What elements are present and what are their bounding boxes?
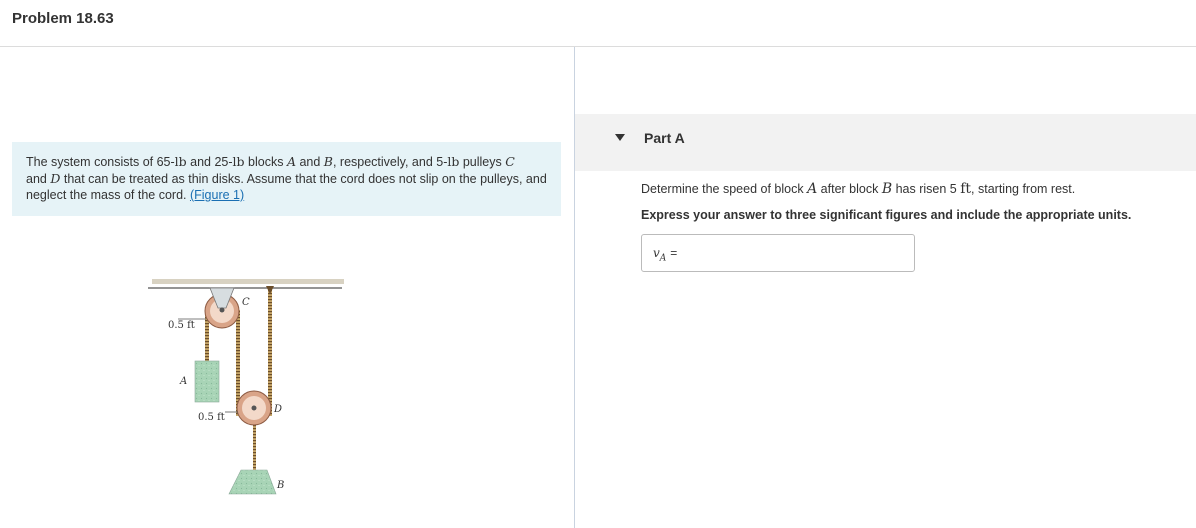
var-c: C — [505, 154, 515, 169]
unit-ft: ft — [960, 181, 972, 197]
part-a-label: Part A — [644, 130, 685, 146]
label-a: A — [179, 376, 187, 387]
question-text: Determine the speed of block A after blo… — [641, 181, 1075, 197]
text: pulleys — [459, 155, 506, 169]
pulley-figure[interactable]: 0.5 ft 0.5 ft C D A B — [140, 272, 350, 502]
pulley-d — [236, 390, 272, 426]
text: The system consists of 65- — [26, 155, 175, 169]
label-d: D — [273, 404, 282, 415]
answer-label: vA = — [653, 246, 677, 263]
label-b: B — [276, 480, 284, 491]
text: Determine the speed of block — [641, 182, 808, 196]
text: , starting from rest. — [971, 182, 1076, 196]
text: has risen 5 — [892, 182, 961, 196]
instruction-text: Express your answer to three significant… — [641, 208, 1132, 222]
text: and — [295, 155, 324, 169]
text: and 25- — [186, 155, 233, 169]
problem-title: Problem 18.63 — [12, 10, 114, 27]
problem-header: Problem 18.63 — [0, 0, 1196, 47]
unit-lb: lb — [232, 154, 245, 169]
problem-statement: The system consists of 65-lb and 25-lb b… — [12, 142, 561, 216]
answer-sub: A — [659, 253, 667, 264]
pulley-c — [204, 287, 240, 329]
part-a-header[interactable]: Part A — [575, 114, 1196, 171]
collapse-triangle-icon[interactable] — [615, 134, 625, 141]
text: and — [26, 171, 51, 186]
label-c: C — [242, 297, 250, 308]
ceiling — [148, 279, 344, 289]
figure-link[interactable]: (Figure 1) — [190, 188, 244, 202]
unit-lb: lb — [174, 154, 187, 169]
unit-lb: lb — [447, 154, 460, 169]
var-b: B — [881, 181, 893, 197]
answer-equals: = — [670, 246, 678, 260]
var-d: D — [50, 170, 61, 186]
text: , respectively, and 5- — [332, 155, 448, 169]
answer-var: v — [653, 246, 660, 260]
var-a: A — [286, 154, 296, 169]
block-b — [228, 469, 277, 495]
dim-top-label: 0.5 ft — [168, 320, 195, 331]
text: that can be treated as thin disks. Assum… — [26, 171, 547, 203]
text: blocks — [244, 155, 287, 169]
block-a — [194, 360, 220, 403]
var-b: B — [323, 154, 333, 169]
text: after block — [817, 182, 882, 196]
answer-input[interactable]: vA = — [641, 234, 915, 272]
dim-bottom-label: 0.5 ft — [198, 412, 225, 423]
var-a: A — [807, 181, 818, 197]
